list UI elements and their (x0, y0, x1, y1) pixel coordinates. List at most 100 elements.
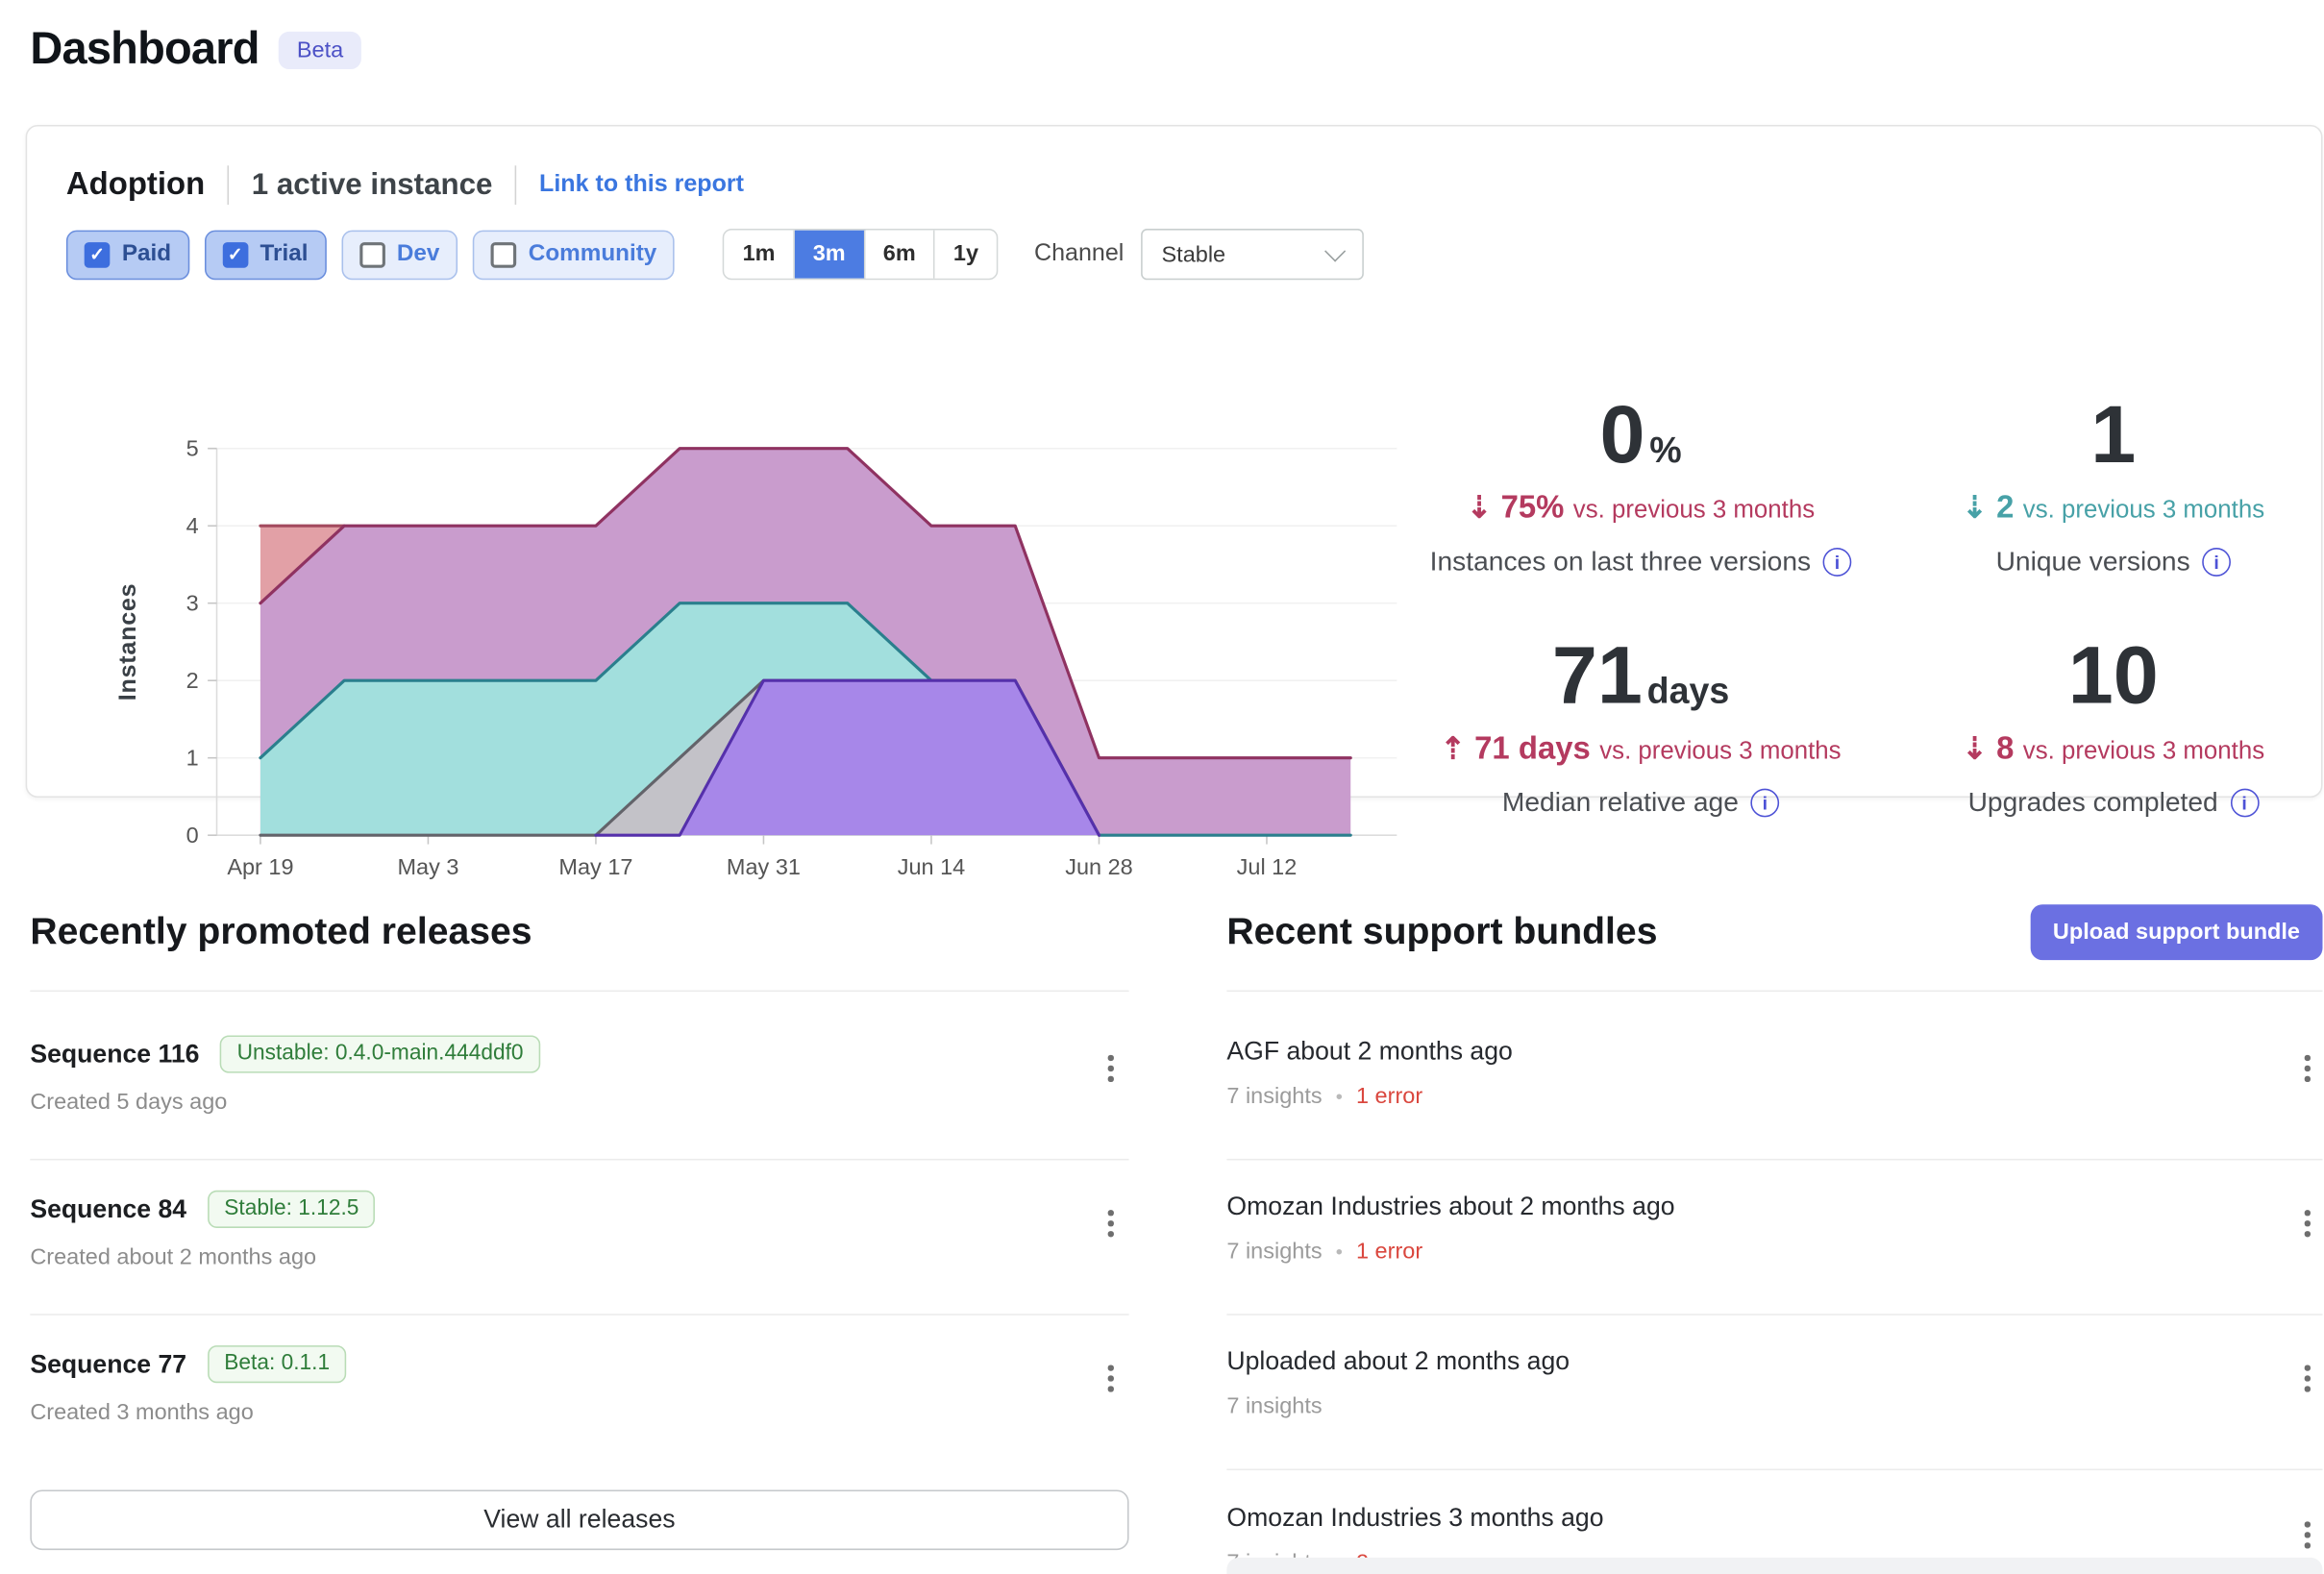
info-icon[interactable]: i (2230, 789, 2259, 818)
stat-last-three-versions: 0% ⇣75%vs. previous 3 months Instances o… (1404, 394, 1877, 635)
link-to-report[interactable]: Link to this report (539, 172, 744, 199)
checkbox-icon (491, 241, 517, 267)
checkbox-icon (359, 241, 385, 267)
adoption-card: Adoption 1 active instance Link to this … (26, 125, 2323, 798)
svg-text:0: 0 (186, 823, 199, 848)
kebab-menu-icon[interactable] (1098, 1359, 1125, 1398)
checkbox-icon: ✓ (85, 241, 111, 267)
adoption-stats: 0% ⇣75%vs. previous 3 months Instances o… (1404, 394, 2324, 875)
svg-text:May 31: May 31 (727, 854, 801, 879)
bundle-insights: 7 insights (1226, 1239, 1322, 1265)
range-1m[interactable]: 1m (725, 231, 795, 279)
trend-arrow-icon: ⇣ (1962, 731, 1987, 768)
svg-text:4: 4 (186, 513, 199, 538)
page-title: Dashboard (30, 24, 259, 75)
bundle-title[interactable]: Uploaded about 2 months ago (1226, 1347, 1570, 1377)
active-instance-count: 1 active instance (252, 168, 493, 203)
release-created: Created about 2 months ago (30, 1243, 375, 1269)
range-3m[interactable]: 3m (795, 231, 865, 279)
svg-text:May 3: May 3 (397, 854, 458, 879)
divider (1226, 1469, 2322, 1471)
upload-support-bundle-button[interactable]: Upload support bundle (2030, 904, 2322, 960)
svg-text:Instances: Instances (117, 583, 141, 701)
bundle-row: Omozan Industries about 2 months ago 7 i… (1226, 1192, 1674, 1264)
stat-median-relative-age: 71days ⇡71 daysvs. previous 3 months Med… (1404, 635, 1877, 876)
adoption-title: Adoption (66, 167, 205, 204)
view-all-support-bundles-button[interactable] (1226, 1558, 2322, 1574)
release-channel-badge: Beta: 0.1.1 (208, 1345, 346, 1382)
bundle-insights: 7 insights (1226, 1393, 1322, 1419)
kebab-menu-icon[interactable] (1098, 1049, 1125, 1089)
release-row: Sequence 84 Stable: 1.12.5 Created about … (30, 1191, 375, 1269)
divider (1226, 1314, 2322, 1316)
channel-label: Channel (1034, 241, 1124, 268)
svg-text:2: 2 (186, 668, 199, 693)
svg-text:Jul 12: Jul 12 (1237, 854, 1298, 879)
adoption-chart: 012345Apr 19May 3May 17May 31Jun 14Jun 2… (117, 428, 1502, 894)
kebab-menu-icon[interactable] (1098, 1204, 1125, 1243)
divider (30, 1159, 1128, 1161)
release-created: Created 3 months ago (30, 1399, 346, 1425)
filter-paid-checkbox[interactable]: ✓ Paid (66, 230, 189, 280)
release-title: Sequence 77 (30, 1350, 186, 1379)
bundle-title[interactable]: Omozan Industries about 2 months ago (1226, 1192, 1674, 1221)
release-row: Sequence 77 Beta: 0.1.1 Created 3 months … (30, 1345, 346, 1424)
svg-text:1: 1 (186, 746, 199, 771)
info-icon[interactable]: i (2202, 548, 2231, 577)
filter-label: Paid (122, 241, 171, 268)
channel-select[interactable]: Stable (1141, 229, 1364, 280)
trend-arrow-icon: ⇣ (1467, 491, 1492, 528)
bundle-title[interactable]: Omozan Industries 3 months ago (1226, 1504, 1603, 1534)
svg-text:Jun 28: Jun 28 (1065, 854, 1133, 879)
time-range-control: 1m 3m 6m 1y (723, 229, 998, 280)
svg-text:Apr 19: Apr 19 (227, 854, 293, 879)
dot-separator: • (1336, 1240, 1343, 1262)
chevron-down-icon (1324, 240, 1346, 261)
dashboard-page: Dashboard Beta Adoption 1 active instanc… (0, 0, 2324, 1574)
bundle-row: AGF about 2 months ago 7 insights • 1 er… (1226, 1037, 1512, 1109)
info-icon[interactable]: i (1750, 789, 1779, 818)
stat-unique-versions: 1 ⇣2vs. previous 3 months Unique version… (1877, 394, 2324, 635)
separator (515, 165, 517, 205)
release-created: Created 5 days ago (30, 1089, 539, 1115)
release-channel-badge: Unstable: 0.4.0-main.444ddf0 (220, 1035, 539, 1071)
kebab-menu-icon[interactable] (2294, 1515, 2321, 1555)
range-1y[interactable]: 1y (935, 231, 997, 279)
divider (1226, 1159, 2322, 1161)
bundle-errors: 1 error (1356, 1239, 1422, 1265)
trend-arrow-icon: ⇣ (1962, 491, 1987, 528)
svg-text:3: 3 (186, 591, 199, 616)
filter-row: ✓ Paid ✓ Trial Dev Community 1m 3m 6m 1y (66, 229, 1363, 280)
divider (30, 1314, 1128, 1316)
kebab-menu-icon[interactable] (2294, 1204, 2321, 1243)
view-all-releases-button[interactable]: View all releases (30, 1489, 1128, 1550)
svg-text:May 17: May 17 (558, 854, 632, 879)
info-icon[interactable]: i (1823, 548, 1852, 577)
bundles-heading: Recent support bundles (1226, 910, 1657, 953)
stat-upgrades-completed: 10 ⇣8vs. previous 3 months Upgrades comp… (1877, 635, 2324, 876)
filter-dev-checkbox[interactable]: Dev (341, 230, 457, 280)
channel-value: Stable (1162, 241, 1226, 267)
kebab-menu-icon[interactable] (2294, 1049, 2321, 1089)
divider (30, 990, 1128, 992)
separator (228, 165, 230, 205)
bundle-errors: 1 error (1356, 1084, 1422, 1110)
svg-text:5: 5 (186, 436, 199, 461)
page-header: Dashboard Beta (30, 24, 361, 75)
filter-label: Dev (397, 241, 440, 268)
filter-label: Trial (260, 241, 309, 268)
range-6m[interactable]: 6m (865, 231, 935, 279)
trend-arrow-icon: ⇡ (1440, 731, 1465, 768)
bundle-row: Uploaded about 2 months ago 7 insights • (1226, 1347, 1570, 1419)
filter-trial-checkbox[interactable]: ✓ Trial (205, 230, 327, 280)
release-channel-badge: Stable: 1.12.5 (208, 1191, 376, 1227)
release-title: Sequence 116 (30, 1040, 199, 1069)
release-title: Sequence 84 (30, 1194, 186, 1223)
kebab-menu-icon[interactable] (2294, 1359, 2321, 1398)
filter-community-checkbox[interactable]: Community (473, 230, 675, 280)
bundle-title[interactable]: AGF about 2 months ago (1226, 1037, 1512, 1067)
filter-label: Community (529, 241, 657, 268)
checkbox-icon: ✓ (222, 241, 248, 267)
release-row: Sequence 116 Unstable: 0.4.0-main.444ddf0… (30, 1035, 539, 1114)
releases-heading: Recently promoted releases (30, 910, 532, 953)
